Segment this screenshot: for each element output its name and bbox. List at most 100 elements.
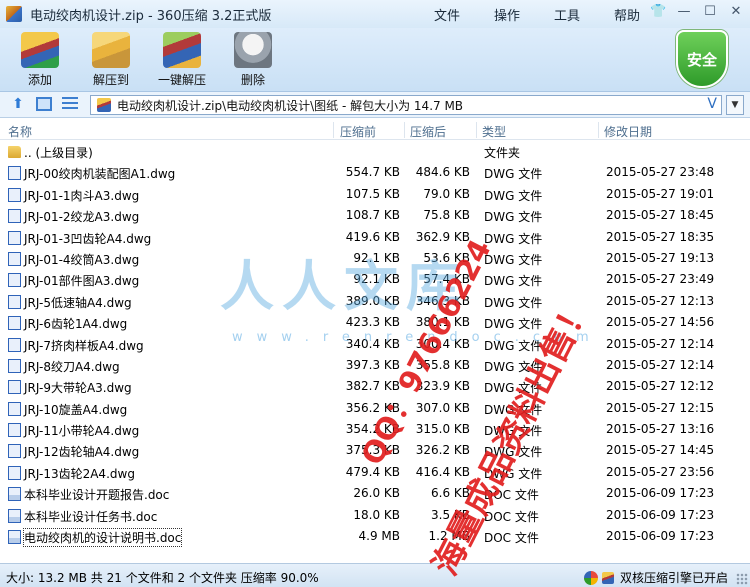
file-name: .. (上级目录) bbox=[24, 146, 93, 160]
file-row[interactable]: JRJ-01-1肉斗A3.dwg 107.5 KB 79.0 KB DWG 文件 201… bbox=[0, 184, 750, 205]
file-date: 2015-06-09 17:23 bbox=[606, 486, 715, 501]
file-row[interactable]: JRJ-11小带轮A4.dwg 354.2 KB 315.0 KB DWG 文件 201… bbox=[0, 419, 750, 440]
thumbnail-view-icon[interactable] bbox=[36, 97, 52, 111]
file-name: JRJ-12齿轮轴A4.dwg bbox=[24, 445, 140, 460]
up-arrow-icon[interactable]: ⬆ bbox=[10, 96, 26, 112]
file-packed-size: 3.5 KB bbox=[431, 507, 470, 522]
menu-operate[interactable]: 操作 bbox=[494, 5, 520, 24]
file-row[interactable]: 本科毕业设计任务书.doc 18.0 KB 3.5 KB DOC 文件 2015-06-… bbox=[0, 505, 750, 526]
file-size: 419.6 KB bbox=[345, 229, 400, 244]
add-button[interactable]: 添加 bbox=[0, 32, 80, 88]
engine-status[interactable]: 双核压缩引擎已开启 bbox=[583, 569, 728, 586]
file-row[interactable]: JRJ-00绞肉机装配图A1.dwg 554.7 KB 484.6 KB DWG 文件… bbox=[0, 162, 750, 183]
file-date: 2015-05-27 12:12 bbox=[606, 379, 715, 394]
file-date: 2015-05-27 23:56 bbox=[606, 464, 715, 479]
column-date[interactable]: 修改日期 bbox=[604, 123, 652, 140]
extract-button[interactable]: 解压到 bbox=[71, 32, 151, 88]
file-type: DWG 文件 bbox=[484, 445, 543, 460]
verify-icon[interactable]: V bbox=[707, 96, 717, 112]
file-date: 2015-05-27 12:13 bbox=[606, 293, 715, 308]
safe-shield-badge[interactable]: 安全 bbox=[676, 30, 728, 88]
oneclick-extract-button[interactable]: 一键解压 bbox=[142, 32, 222, 88]
column-name[interactable]: 名称 bbox=[8, 123, 32, 140]
close-button[interactable]: ✕ bbox=[728, 4, 744, 19]
file-row[interactable]: JRJ-10旋盖A4.dwg 356.2 KB 307.0 KB DWG 文件 2015… bbox=[0, 398, 750, 419]
engine-status-text: 双核压缩引擎已开启 bbox=[619, 571, 728, 585]
path-field[interactable]: 电动绞肉机设计.zip\电动绞肉机设计\图纸 - 解包大小为 14.7 MB V bbox=[90, 95, 722, 115]
file-size: 107.5 KB bbox=[345, 186, 400, 201]
file-name: JRJ-9大带轮A3.dwg bbox=[24, 381, 132, 396]
file-row[interactable]: .. (上级目录) 文件夹 bbox=[0, 141, 750, 162]
file-date: 2015-05-27 18:45 bbox=[606, 208, 715, 223]
path-dropdown-button[interactable]: ▼ bbox=[726, 95, 744, 115]
menu-help[interactable]: 帮助 bbox=[614, 5, 640, 24]
file-row[interactable]: JRJ-5低速轴A4.dwg 389.0 KB 346.3 KB DWG 文件 2015… bbox=[0, 291, 750, 312]
dwg-file-icon bbox=[8, 358, 21, 373]
file-size: 92.1 KB bbox=[353, 272, 400, 287]
delete-button[interactable]: 删除 bbox=[213, 32, 293, 88]
file-row[interactable]: JRJ-01-3凹齿轮A4.dwg 419.6 KB 362.9 KB DWG 文件 2… bbox=[0, 227, 750, 248]
dwg-file-icon bbox=[8, 166, 21, 181]
column-type[interactable]: 类型 bbox=[482, 123, 506, 140]
file-packed-size: 346.3 KB bbox=[415, 293, 470, 308]
file-type: DWG 文件 bbox=[484, 167, 543, 182]
file-packed-size: 416.4 KB bbox=[415, 464, 470, 479]
menu-bar: 文件 操作 工具 帮助 bbox=[434, 5, 640, 24]
file-date: 2015-06-09 17:23 bbox=[606, 507, 715, 522]
archive-icon bbox=[97, 98, 111, 112]
file-name: JRJ-01-4绞筒A3.dwg bbox=[24, 252, 140, 267]
file-row[interactable]: JRJ-12齿轮轴A4.dwg 375.3 KB 326.2 KB DWG 文件 201… bbox=[0, 440, 750, 461]
file-packed-size: 362.9 KB bbox=[415, 229, 470, 244]
file-row[interactable]: JRJ-8绞刀A4.dwg 397.3 KB 355.8 KB DWG 文件 2015-… bbox=[0, 355, 750, 376]
file-size: 375.3 KB bbox=[345, 443, 400, 458]
file-date: 2015-05-27 14:45 bbox=[606, 443, 715, 458]
file-name: JRJ-11小带轮A4.dwg bbox=[24, 424, 140, 439]
dwg-file-icon bbox=[8, 423, 21, 438]
column-packed[interactable]: 压缩后 bbox=[410, 123, 446, 140]
dwg-file-icon bbox=[8, 380, 21, 395]
column-size[interactable]: 压缩前 bbox=[340, 123, 376, 140]
folder-icon bbox=[8, 146, 21, 158]
file-packed-size: 326.2 KB bbox=[415, 443, 470, 458]
file-row[interactable]: JRJ-01部件图A3.dwg 92.1 KB 57.4 KB DWG 文件 2015-… bbox=[0, 269, 750, 290]
file-row[interactable]: JRJ-13齿轮2A4.dwg 479.4 KB 416.4 KB DWG 文件 201… bbox=[0, 462, 750, 483]
file-date: 2015-05-27 13:16 bbox=[606, 422, 715, 437]
menu-file[interactable]: 文件 bbox=[434, 5, 460, 24]
file-row[interactable]: JRJ-6齿轮1A4.dwg 423.3 KB 380.1 KB DWG 文件 2015… bbox=[0, 312, 750, 333]
file-row[interactable]: 电动绞肉机的设计说明书.doc 4.9 MB 1.2 MB DOC 文件 2015-06… bbox=[0, 526, 750, 548]
file-type: DOC 文件 bbox=[484, 488, 539, 503]
trash-icon bbox=[234, 32, 272, 68]
file-row[interactable]: 本科毕业设计开题报告.doc 26.0 KB 6.6 KB DOC 文件 2015-06… bbox=[0, 483, 750, 504]
file-packed-size: 57.4 KB bbox=[423, 272, 470, 287]
file-size: 397.3 KB bbox=[345, 357, 400, 372]
file-name: 电动绞肉机的设计说明书.doc bbox=[22, 528, 183, 548]
app-icon bbox=[6, 6, 22, 22]
compress-icon bbox=[601, 571, 614, 584]
file-type: DWG 文件 bbox=[484, 274, 543, 289]
window-title: 电动绞肉机设计.zip - 360压缩 3.2正式版 bbox=[30, 8, 272, 24]
skin-icon[interactable]: 👕 bbox=[650, 4, 666, 19]
file-row[interactable]: JRJ-01-2绞龙A3.dwg 108.7 KB 75.8 KB DWG 文件 201… bbox=[0, 205, 750, 226]
maximize-button[interactable]: ☐ bbox=[702, 4, 718, 19]
file-packed-size: 323.9 KB bbox=[415, 379, 470, 394]
resize-grip[interactable] bbox=[736, 573, 748, 585]
menu-tools[interactable]: 工具 bbox=[554, 5, 580, 24]
file-row[interactable]: JRJ-7挤肉样板A4.dwg 340.4 KB 300.4 KB DWG 文件 201… bbox=[0, 334, 750, 355]
file-row[interactable]: JRJ-9大带轮A3.dwg 382.7 KB 323.9 KB DWG 文件 2015… bbox=[0, 376, 750, 397]
extract-label: 解压到 bbox=[92, 73, 129, 87]
dwg-file-icon bbox=[8, 401, 21, 416]
file-packed-size: 75.8 KB bbox=[423, 208, 470, 223]
file-row[interactable]: JRJ-01-4绞筒A3.dwg 92.1 KB 53.6 KB DWG 文件 2015… bbox=[0, 248, 750, 269]
file-name: JRJ-01-3凹齿轮A4.dwg bbox=[24, 231, 152, 246]
file-type: DWG 文件 bbox=[484, 381, 543, 396]
dwg-file-icon bbox=[8, 294, 21, 309]
safe-label: 安全 bbox=[686, 50, 717, 69]
file-size: 340.4 KB bbox=[345, 336, 400, 351]
minimize-button[interactable]: — bbox=[676, 4, 692, 19]
dwg-file-icon bbox=[8, 209, 21, 224]
oneclick-extract-label: 一键解压 bbox=[157, 73, 206, 87]
file-type: DWG 文件 bbox=[484, 424, 543, 439]
list-view-icon[interactable] bbox=[62, 97, 78, 111]
file-size: 26.0 KB bbox=[353, 486, 400, 501]
file-name: JRJ-01部件图A3.dwg bbox=[24, 274, 140, 289]
